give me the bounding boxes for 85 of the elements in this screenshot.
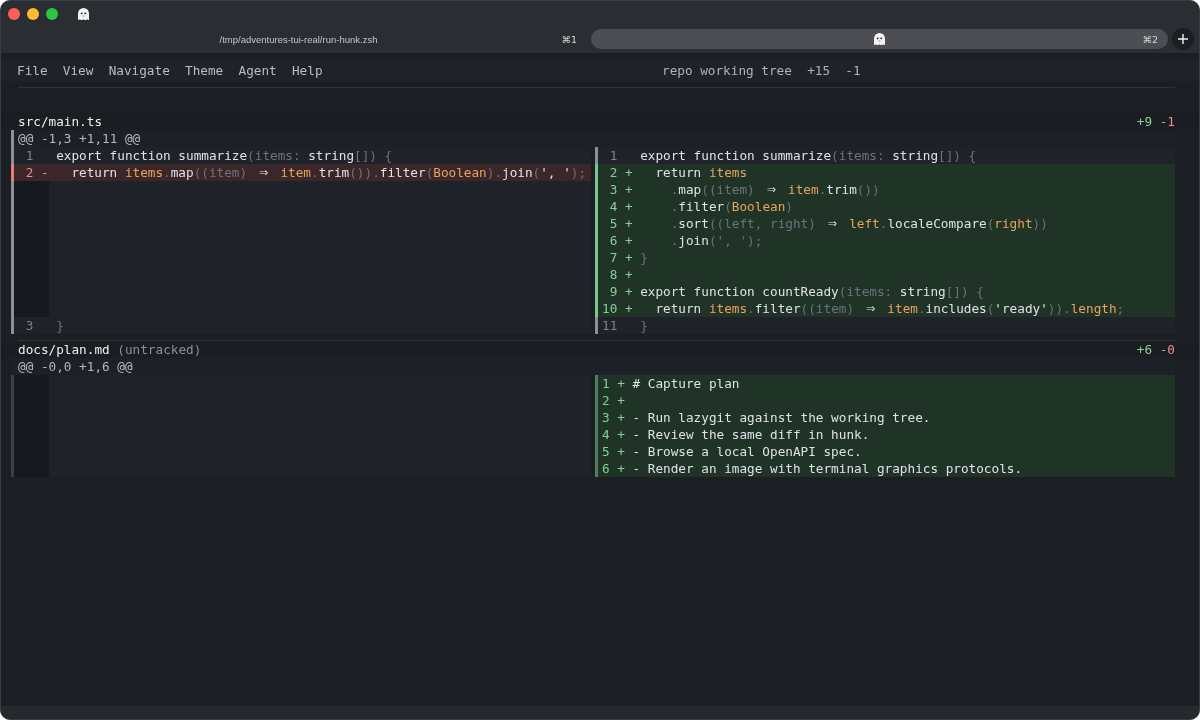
line-number: 4: [602, 426, 610, 443]
diff-sign: +: [617, 375, 625, 392]
diff-sign: +: [624, 198, 633, 215]
empty-gutter: [14, 375, 49, 392]
code-line: .map((item) ⇒ item.trim()): [669, 181, 880, 198]
diff-sign: +: [617, 460, 625, 477]
diff-sign: +: [624, 232, 633, 249]
removed-count: -1: [845, 62, 861, 78]
line-number: 2: [24, 164, 34, 181]
code-line: }: [639, 317, 648, 334]
line-number: 8: [608, 266, 618, 283]
code-line: export function countReady(items: string[]) {: [639, 283, 984, 300]
line-number: 11: [602, 317, 618, 334]
removed-count: -1: [1159, 113, 1175, 130]
diff-sign: +: [624, 300, 633, 317]
line-number: 2: [608, 164, 618, 181]
line-number: 3: [608, 181, 618, 198]
file-path: docs/plan.md: [18, 341, 110, 358]
removed-count: -0: [1159, 341, 1175, 358]
empty-gutter: [14, 181, 49, 198]
tab[interactable]: ⌘2: [591, 29, 1168, 49]
code-line: .sort((left, right) ⇒ left.localeCompare(right)): [669, 215, 1048, 232]
code-line: .join(', ');: [669, 232, 763, 249]
tab[interactable]: /tmp/adventures-tui-real/run-hunk.zsh ⌘1: [10, 29, 587, 49]
line-number: 2: [602, 392, 610, 409]
line-number: 10: [602, 300, 618, 317]
diff-sign: +: [624, 215, 633, 232]
code-line: - Run lazygit against the working tree.: [631, 409, 931, 426]
empty-gutter: [14, 460, 49, 477]
menu-item[interactable]: Navigate: [108, 62, 170, 78]
menu-item[interactable]: Theme: [185, 62, 224, 78]
added-count: +9: [1136, 113, 1153, 130]
diff-sign: +: [624, 181, 633, 198]
file-status: (untracked): [117, 341, 202, 358]
line-number: 9: [608, 283, 618, 300]
diff-sign: +: [617, 426, 625, 443]
line-number: 7: [608, 249, 618, 266]
line-number: 3: [24, 317, 34, 334]
code-line: - Browse a local OpenAPI spec.: [631, 443, 862, 460]
line-number: 5: [602, 443, 610, 460]
close-button[interactable]: [8, 8, 20, 20]
added-count: +15: [807, 62, 831, 78]
line-number: 6: [602, 460, 610, 477]
diff-sign: +: [617, 443, 625, 460]
diff-sign: +: [617, 392, 625, 409]
diff-sign: +: [624, 266, 633, 283]
line-number: 1: [602, 375, 610, 392]
menu-item[interactable]: File: [17, 62, 48, 78]
code-line: export function summarize(items: string[]) {: [55, 147, 393, 164]
file-path: src/main.ts: [18, 113, 103, 130]
line-number: 4: [608, 198, 618, 215]
diff-sign: +: [617, 409, 625, 426]
added-count: +6: [1136, 341, 1153, 358]
code-line: return items.map((item) ⇒ item.trim()).filter(Boolean).join(', ');: [70, 164, 587, 181]
empty-gutter: [14, 300, 49, 317]
menu-item[interactable]: Agent: [238, 62, 277, 78]
code-line: }: [639, 249, 648, 266]
diff-sign: +: [624, 283, 633, 300]
code-line: - Render an image with terminal graphics protocols.: [631, 460, 1023, 477]
code-line: export function summarize(items: string[]) {: [639, 147, 977, 164]
keyboard-shortcut: ⌘1: [561, 33, 577, 45]
menu-item[interactable]: Help: [291, 62, 323, 78]
code-line: .filter(Boolean): [669, 198, 793, 215]
plus-icon: [1178, 34, 1188, 44]
code-line: }: [55, 317, 64, 334]
zoom-button[interactable]: [46, 8, 58, 20]
line-number: 1: [24, 147, 34, 164]
ghost-icon: [874, 32, 885, 46]
keyboard-shortcut: ⌘2: [1142, 33, 1158, 45]
minimize-button[interactable]: [27, 8, 39, 20]
diff-sign: +: [624, 249, 633, 266]
ghost-icon: [78, 7, 89, 21]
summary-label: repo working tree: [662, 62, 792, 78]
line-number: 6: [608, 232, 618, 249]
line-number: 1: [608, 147, 618, 164]
line-number: 3: [602, 409, 610, 426]
code-line: return items.filter((item) ⇒ item.includes('ready')).length;: [654, 300, 1125, 317]
new-tab-button[interactable]: [1172, 28, 1194, 50]
code-line: # Capture plan: [631, 375, 740, 392]
diff-sign: +: [624, 164, 633, 181]
line-number: 5: [608, 215, 618, 232]
code-line: return items: [654, 164, 748, 181]
menu-item[interactable]: View: [62, 62, 94, 78]
code-line: - Review the same diff in hunk.: [631, 426, 870, 443]
diff-sign: -: [40, 164, 49, 181]
